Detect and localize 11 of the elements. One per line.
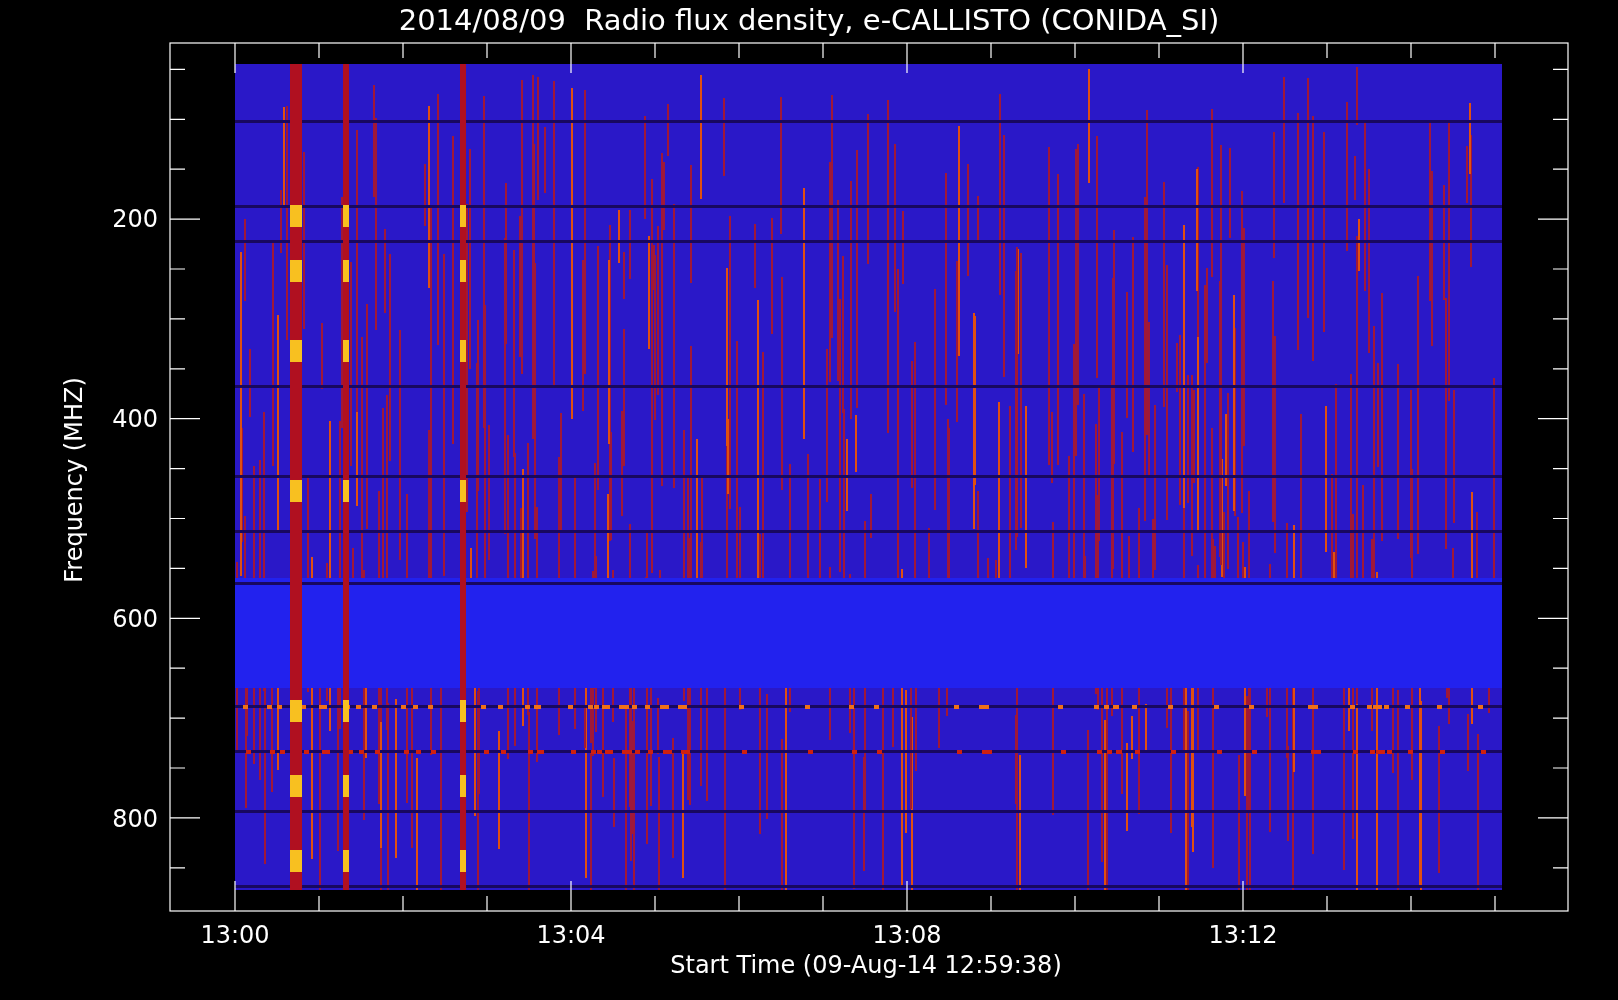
x-tick-label: 13:04 bbox=[536, 921, 606, 949]
x-tick-label: 13:00 bbox=[200, 921, 270, 949]
y-tick-label: 200 bbox=[112, 205, 158, 233]
y-tick-label: 400 bbox=[112, 405, 158, 433]
x-tick-label: 13:12 bbox=[1208, 921, 1278, 949]
x-axis-label: Start Time (09-Aug-14 12:59:38) bbox=[670, 951, 1062, 979]
y-tick-label: 800 bbox=[112, 805, 158, 833]
y-tick-label: 600 bbox=[112, 605, 158, 633]
x-tick-label: 13:08 bbox=[872, 921, 942, 949]
y-axis-label: Frequency (MHZ) bbox=[60, 377, 88, 583]
chart-title: 2014/08/09 Radio flux density, e-CALLISTO (CONIDA_SI) bbox=[398, 3, 1220, 37]
